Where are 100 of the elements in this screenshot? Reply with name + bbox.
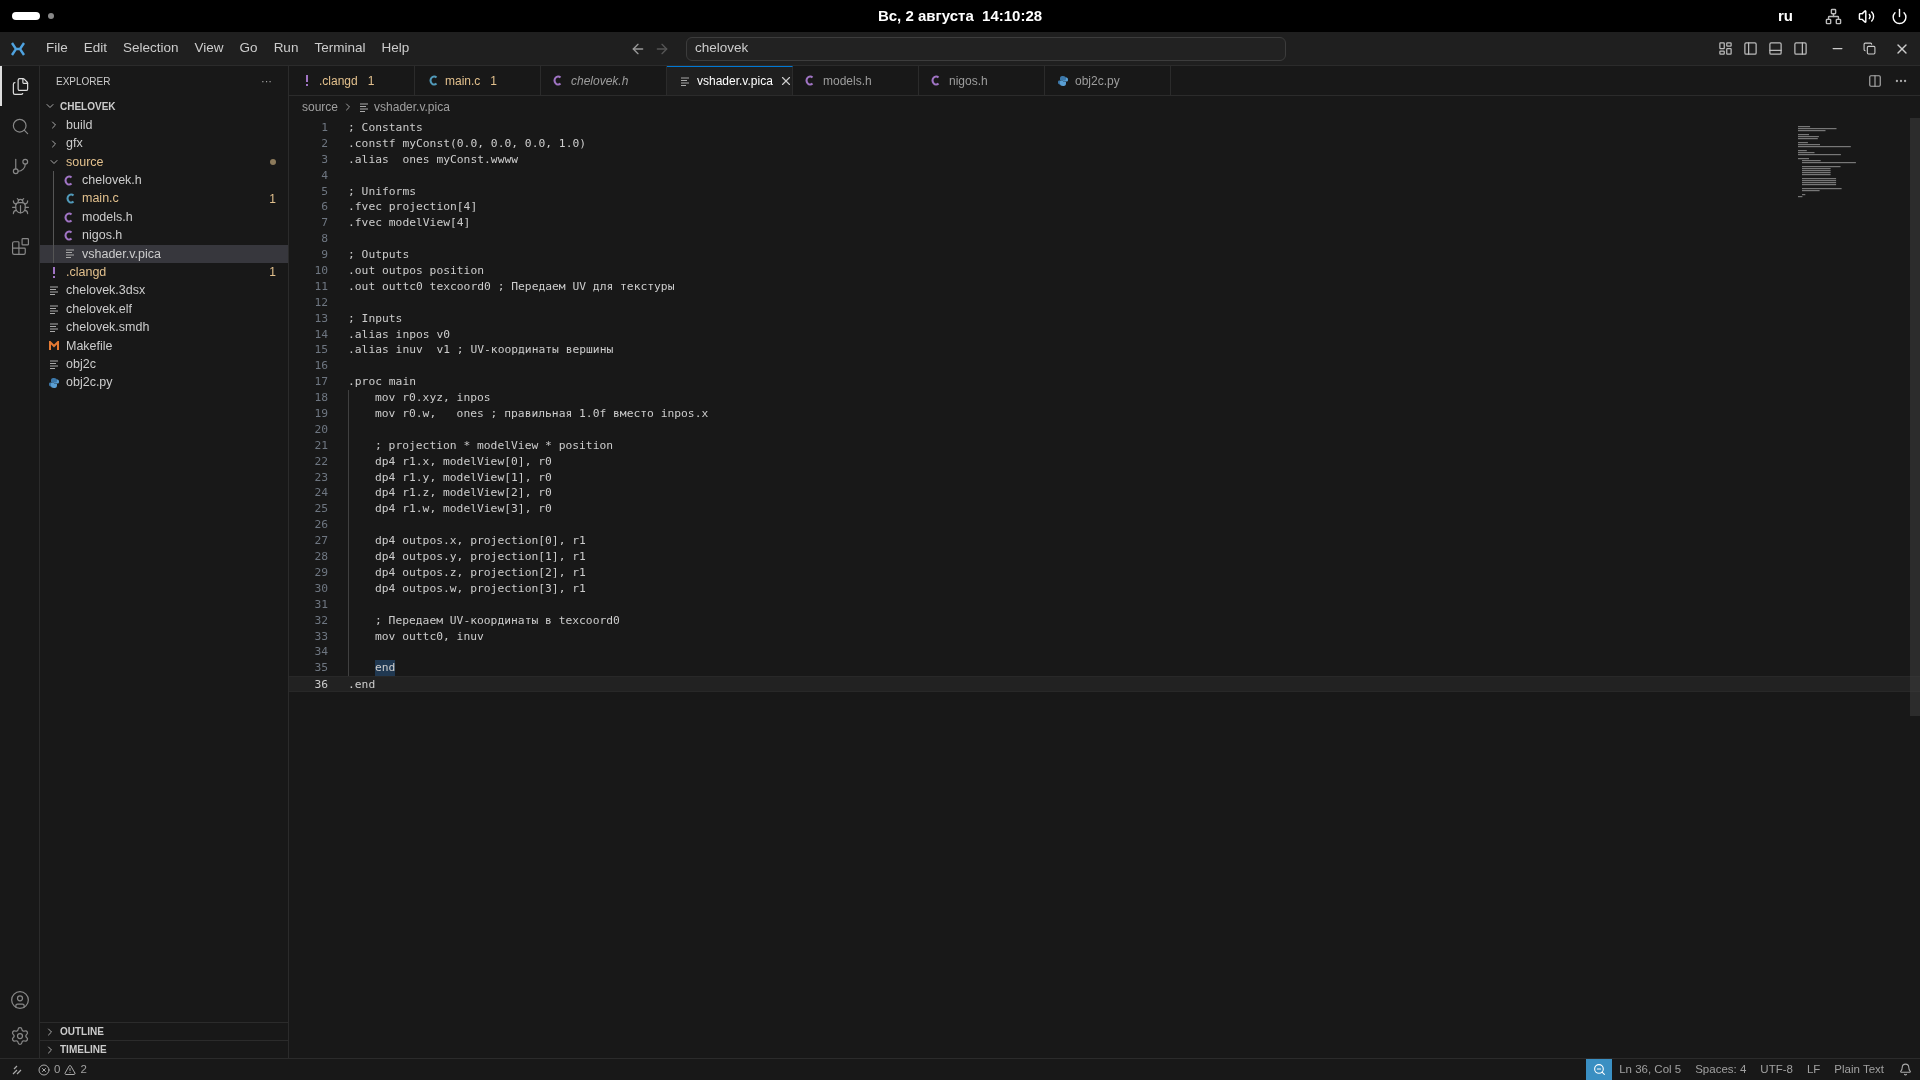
- code-line: .alias inuv v1 ; UV-координаты вершины: [348, 342, 614, 359]
- code-line: .fvec modelView[4]: [348, 215, 471, 232]
- code-line: .alias inpos v0: [348, 326, 451, 343]
- line-number: 12: [313, 294, 328, 311]
- line-number: 8: [320, 231, 328, 248]
- sidebar-title: EXPLORER: [56, 74, 111, 89]
- file-tree-item[interactable]: models.h: [40, 207, 288, 227]
- keyboard-layout[interactable]: ru: [1778, 4, 1793, 28]
- problems-indicator[interactable]: 0 2: [34, 1060, 91, 1079]
- more-actions[interactable]: ···: [261, 72, 272, 90]
- line-number: 19: [313, 406, 328, 422]
- code-line: ; Outputs: [348, 247, 410, 263]
- command-search-field[interactable]: chelovek: [686, 36, 1286, 61]
- file-name: build: [66, 116, 94, 134]
- line-number: 22: [313, 453, 328, 470]
- line-number: 17: [313, 374, 328, 391]
- line-number: 13: [313, 310, 328, 327]
- file-tree-item[interactable]: source: [40, 152, 288, 172]
- line-number: 32: [313, 612, 328, 629]
- file-tree-item[interactable]: build: [40, 116, 288, 135]
- code-line: mov outtc0, inuv: [375, 628, 484, 645]
- section-title: OUTLINE: [60, 1025, 104, 1039]
- line-number: 36: [313, 677, 328, 692]
- menu-item[interactable]: Edit: [75, 38, 116, 59]
- status-item[interactable]: UTF-8: [1753, 1059, 1800, 1080]
- problem-count: 1: [269, 264, 276, 282]
- code-line: dp4 outpos.y, projection[1], r1: [375, 549, 586, 565]
- project-title[interactable]: CHELOVEK: [60, 98, 116, 114]
- menu-item[interactable]: Go: [231, 38, 266, 59]
- file-tree-item[interactable]: chelovek.h: [40, 171, 288, 190]
- status-item[interactable]: Spaces: 4: [1688, 1059, 1754, 1080]
- line-number: 10: [313, 263, 328, 279]
- file-tree-item[interactable]: Makefile: [40, 336, 288, 356]
- line-number: 21: [313, 437, 328, 454]
- tab-label: chelovek.h: [571, 72, 629, 90]
- editor-tab[interactable]: vshader.v.pica: [667, 66, 793, 95]
- line-number: 5: [320, 183, 328, 200]
- line-number: 6: [320, 199, 328, 216]
- code-line: .fvec projection[4]: [348, 199, 478, 216]
- problem-count: 1: [367, 72, 375, 90]
- file-name: gfx: [66, 135, 84, 153]
- file-name: chelovek.3dsx: [66, 282, 147, 300]
- menu-item[interactable]: View: [186, 38, 232, 59]
- code-line: ; projection * modelView * position: [375, 437, 614, 454]
- line-number: 18: [313, 390, 328, 407]
- error-count: 0: [54, 1061, 61, 1077]
- clock[interactable]: Вс, 2 августа 14:10:28: [877, 4, 1043, 28]
- line-number: 1: [320, 120, 328, 136]
- code-line: .out outpos position: [348, 263, 485, 279]
- file-name: chelovek.elf: [66, 300, 133, 318]
- line-number: 28: [313, 549, 328, 565]
- line-number: 20: [313, 421, 328, 438]
- code-line: dp4 outpos.x, projection[0], r1: [375, 533, 586, 550]
- file-tree-item[interactable]: .clangd 1: [40, 263, 288, 282]
- file-tree-item[interactable]: gfx: [40, 134, 288, 153]
- file-name: chelovek.smdh: [66, 319, 151, 337]
- code-line: dp4 outpos.z, projection[2], r1: [375, 564, 586, 581]
- file-tree-item[interactable]: nigos.h: [40, 226, 288, 245]
- problem-count: 1: [269, 190, 276, 208]
- file-tree-item[interactable]: chelovek.3dsx: [40, 281, 288, 300]
- file-name: models.h: [82, 208, 134, 226]
- code-line: dp4 r1.z, modelView[2], r0: [375, 485, 552, 502]
- code-line: dp4 outpos.w, projection[3], r1: [375, 580, 586, 597]
- code-line: .proc main: [348, 374, 416, 391]
- menu-item[interactable]: Terminal: [306, 38, 374, 59]
- tab-label: obj2c.py: [1075, 72, 1120, 90]
- menu-item[interactable]: Selection: [115, 38, 187, 59]
- collapsed-section-header[interactable]: OUTLINE: [40, 1022, 288, 1040]
- code-line: .constf myConst(0.0, 0.0, 0.0, 1.0): [348, 135, 587, 152]
- file-tree-item[interactable]: obj2c.py: [40, 373, 288, 392]
- status-item[interactable]: Ln 36, Col 5: [1612, 1059, 1689, 1080]
- menu-item[interactable]: Run: [265, 38, 307, 59]
- section-title: TIMELINE: [60, 1043, 107, 1057]
- status-item[interactable]: Plain Text: [1827, 1059, 1891, 1080]
- code-line: ; Передаем UV-координаты в texcoord0: [375, 612, 620, 629]
- file-name: Makefile: [66, 337, 114, 355]
- code-line: .end: [348, 677, 376, 692]
- line-number: 26: [313, 517, 328, 534]
- file-name: .clangd: [66, 263, 108, 281]
- tab-label: vshader.v.pica: [697, 73, 773, 90]
- file-tree-item[interactable]: vshader.v.pica: [40, 244, 288, 264]
- line-number: 29: [313, 564, 328, 581]
- status-item[interactable]: LF: [1799, 1059, 1828, 1080]
- tab-label: main.c: [445, 72, 481, 90]
- file-tree-item[interactable]: chelovek.smdh: [40, 318, 288, 337]
- file-name: main.c: [82, 190, 120, 208]
- line-number: 31: [313, 596, 328, 613]
- menu-item[interactable]: File: [38, 38, 76, 59]
- line-number: 35: [313, 660, 328, 677]
- breadcrumb-item[interactable]: vshader.v.pica: [374, 98, 450, 116]
- file-tree-item[interactable]: obj2c: [40, 355, 288, 374]
- file-tree-item[interactable]: main.c 1: [40, 189, 288, 208]
- file-name: vshader.v.pica: [82, 245, 162, 263]
- warning-count: 2: [80, 1061, 87, 1077]
- line-number: 25: [313, 501, 328, 518]
- breadcrumb-item[interactable]: source: [302, 98, 339, 116]
- file-tree-item[interactable]: chelovek.elf: [40, 299, 288, 319]
- code-line: dp4 r1.x, modelView[0], r0: [375, 453, 552, 470]
- menu-item[interactable]: Help: [373, 38, 418, 59]
- line-number: 34: [313, 644, 328, 661]
